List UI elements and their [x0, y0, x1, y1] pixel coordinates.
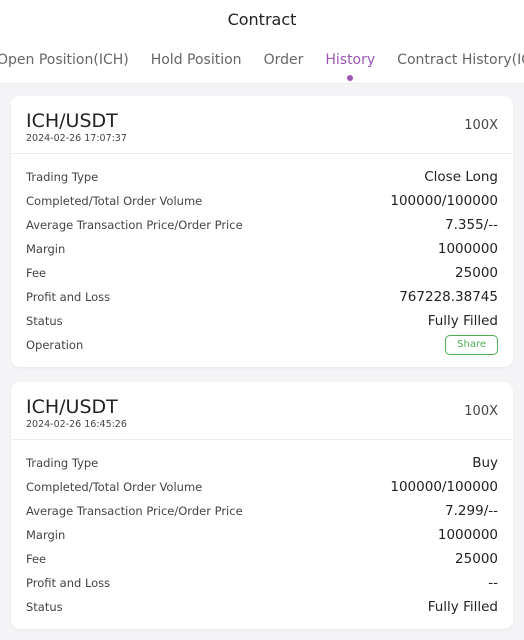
detail-row-trading-type: Trading Type Close Long: [26, 165, 498, 189]
order-card: ICH/USDT 2024-02-26 16:45:26 100X Tradin…: [11, 382, 513, 629]
order-details: Trading Type Buy Completed/Total Order V…: [11, 440, 513, 629]
detail-value: 7.299/--: [445, 503, 498, 519]
detail-row-price: Average Transaction Price/Order Price 7.…: [26, 499, 498, 523]
contract-screen: Contract Open Position(ICH) Hold Positio…: [0, 0, 524, 640]
tab-label: Hold Position: [150, 52, 242, 68]
detail-label: Status: [26, 314, 63, 328]
detail-label: Operation: [26, 338, 84, 352]
tab-label: Open Position(ICH): [0, 52, 129, 68]
detail-label: Completed/Total Order Volume: [26, 194, 203, 208]
tab-contract-history[interactable]: Contract History(ICH): [386, 38, 524, 83]
order-card: ICH/USDT 2024-02-26 17:07:37 100X Tradin…: [11, 96, 513, 367]
detail-row-pnl: Profit and Loss --: [26, 571, 498, 595]
tab-hold-position[interactable]: Hold Position: [140, 38, 253, 83]
detail-value: 25000: [455, 551, 498, 567]
order-card-header: ICH/USDT 2024-02-26 17:07:37 100X: [11, 96, 513, 154]
detail-label: Fee: [26, 266, 47, 280]
tab-label: Contract History(ICH): [397, 52, 524, 68]
detail-row-status: Status Fully Filled: [26, 595, 498, 619]
detail-label: Fee: [26, 552, 47, 566]
page-title: Contract: [227, 9, 297, 29]
detail-label: Profit and Loss: [26, 290, 111, 304]
detail-row-status: Status Fully Filled: [26, 309, 498, 333]
detail-row-pnl: Profit and Loss 767228.38745: [26, 285, 498, 309]
share-button[interactable]: Share: [445, 335, 498, 355]
trading-pair: ICH/USDT: [26, 396, 118, 418]
active-tab-indicator: [347, 75, 354, 81]
detail-row-volume: Completed/Total Order Volume 100000/1000…: [26, 475, 498, 499]
detail-label: Profit and Loss: [26, 576, 111, 590]
detail-label: Average Transaction Price/Order Price: [26, 218, 243, 232]
detail-row-price: Average Transaction Price/Order Price 7.…: [26, 213, 498, 237]
detail-value: 100000/100000: [390, 193, 498, 209]
detail-label: Status: [26, 600, 63, 614]
detail-label: Average Transaction Price/Order Price: [26, 504, 243, 518]
tab-order[interactable]: Order: [253, 38, 315, 83]
detail-value: 7.355/--: [445, 217, 498, 233]
detail-label: Trading Type: [26, 170, 99, 184]
detail-row-fee: Fee 25000: [26, 261, 498, 285]
detail-value: 100000/100000: [390, 479, 498, 495]
detail-row-margin: Margin 1000000: [26, 237, 498, 261]
order-card-header: ICH/USDT 2024-02-26 16:45:26 100X: [11, 382, 513, 440]
detail-value: Fully Filled: [427, 313, 498, 329]
detail-row-volume: Completed/Total Order Volume 100000/1000…: [26, 189, 498, 213]
detail-row-fee: Fee 25000: [26, 547, 498, 571]
tab-track: Open Position(ICH) Hold Position Order H…: [0, 38, 524, 83]
tab-history[interactable]: History: [314, 38, 386, 83]
detail-value: 25000: [455, 265, 498, 281]
tab-open-position[interactable]: Open Position(ICH): [0, 38, 140, 83]
order-time: 2024-02-26 16:45:26: [26, 419, 127, 430]
trading-pair: ICH/USDT: [26, 110, 118, 132]
tab-bar: Open Position(ICH) Hold Position Order H…: [0, 38, 524, 84]
detail-value: Buy: [472, 455, 498, 471]
order-history-list: ICH/USDT 2024-02-26 17:07:37 100X Tradin…: [11, 96, 513, 640]
detail-value: Close Long: [424, 169, 498, 185]
top-header: Contract: [0, 0, 524, 38]
detail-value: --: [488, 575, 498, 591]
order-details: Trading Type Close Long Completed/Total …: [11, 154, 513, 367]
leverage-badge: 100X: [464, 118, 498, 133]
detail-row-operation: Operation Share: [26, 333, 498, 357]
leverage-badge: 100X: [464, 404, 498, 419]
detail-label: Margin: [26, 242, 66, 256]
detail-row-margin: Margin 1000000: [26, 523, 498, 547]
tab-label: Order: [263, 52, 304, 68]
detail-row-trading-type: Trading Type Buy: [26, 451, 498, 475]
order-time: 2024-02-26 17:07:37: [26, 133, 127, 144]
tab-label: History: [325, 52, 376, 68]
detail-value: 767228.38745: [399, 289, 498, 305]
detail-label: Completed/Total Order Volume: [26, 480, 203, 494]
detail-value: 1000000: [437, 241, 498, 257]
detail-value: Fully Filled: [427, 599, 498, 615]
detail-label: Margin: [26, 528, 66, 542]
detail-label: Trading Type: [26, 456, 99, 470]
detail-value: 1000000: [437, 527, 498, 543]
